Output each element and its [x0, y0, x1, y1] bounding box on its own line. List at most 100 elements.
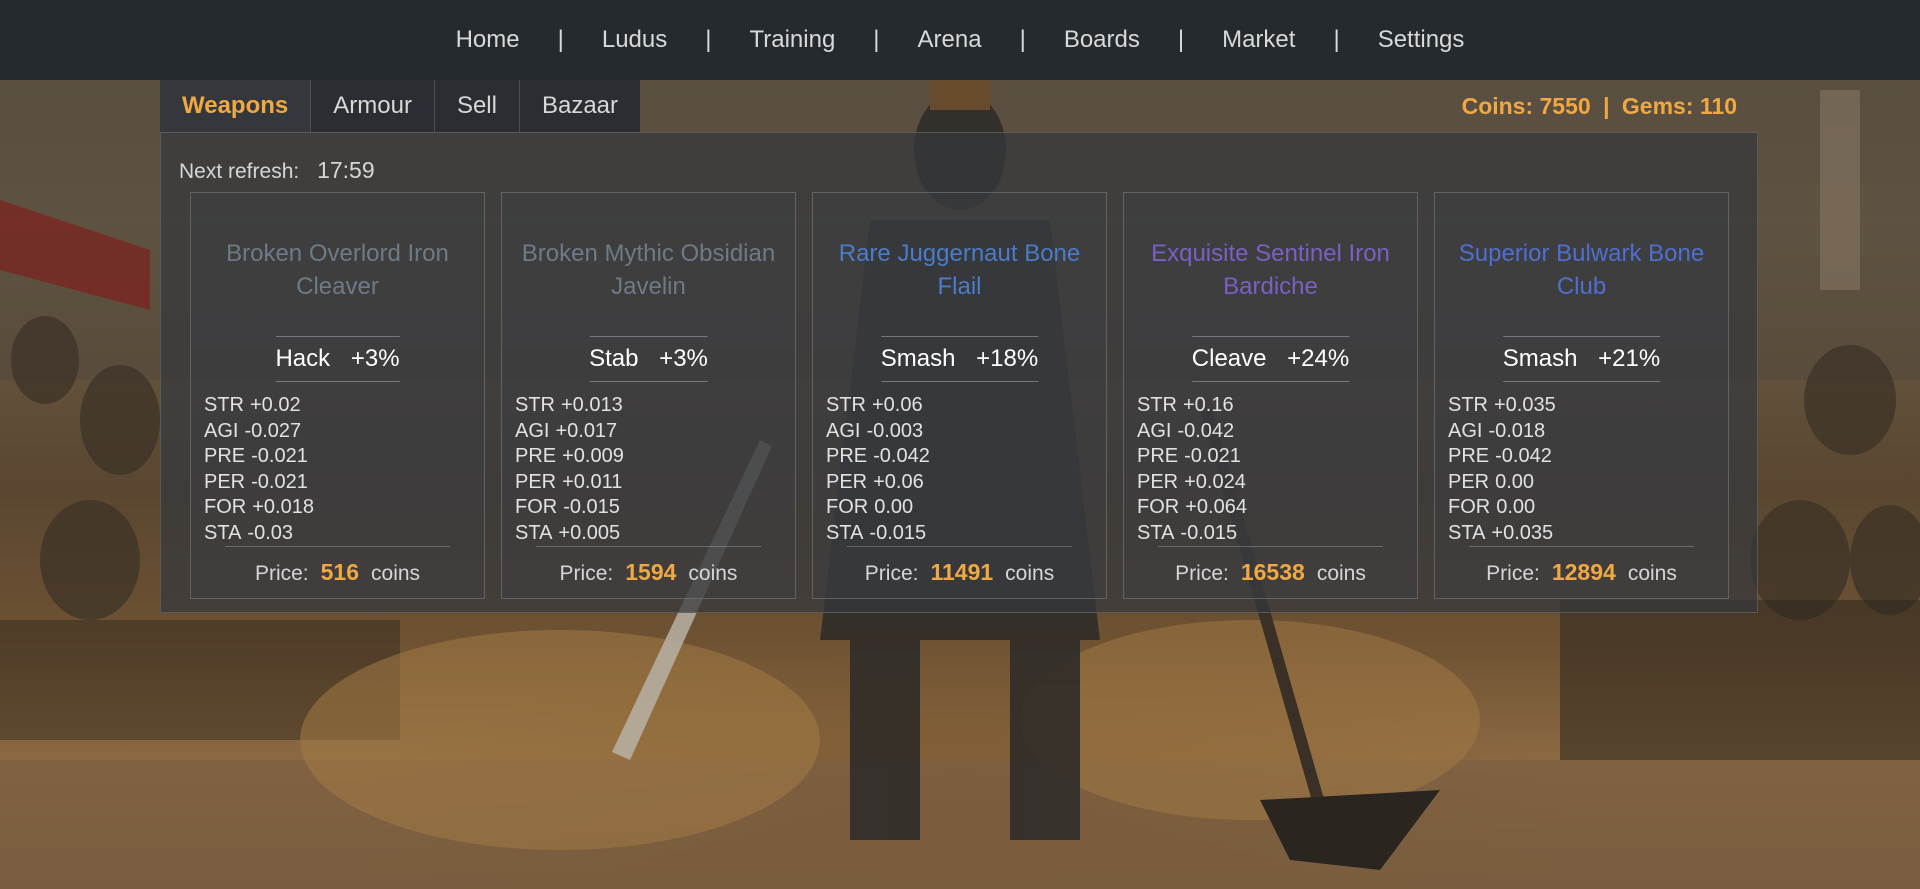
weapon-stats: STR +0.02 AGI -0.027 PRE -0.021 PER -0.021 F… [204, 393, 314, 547]
stat-str: STR +0.02 [204, 393, 314, 419]
tab-bazaar[interactable]: Bazaar [518, 80, 641, 132]
stat-key: FOR [1137, 496, 1180, 519]
stat-agi: AGI -0.003 [826, 419, 930, 445]
price-unit: coins [371, 562, 421, 585]
price-label: Price: [559, 562, 614, 585]
nav-training[interactable]: Training [743, 26, 841, 54]
stat-for: FOR 0.00 [826, 495, 930, 521]
stat-value: +0.011 [562, 470, 623, 493]
nav-arena[interactable]: Arena [912, 26, 988, 54]
stat-per: PER +0.06 [826, 470, 930, 496]
weapon-name[interactable]: Superior Bulwark Bone Club [1443, 237, 1720, 303]
stat-key: STA [1137, 521, 1175, 544]
stat-key: AGI [515, 419, 550, 442]
price-label: Price: [1175, 562, 1229, 585]
weapon-card[interactable]: Superior Bulwark Bone Club Smash +21% ST… [1434, 192, 1729, 599]
weapon-card[interactable]: Rare Juggernaut Bone Flail Smash +18% ST… [812, 192, 1107, 599]
weapon-card[interactable]: Exquisite Sentinel Iron Bardiche Cleave … [1123, 192, 1418, 599]
weapon-name[interactable]: Rare Juggernaut Bone Flail [821, 237, 1098, 303]
stat-key: PER [204, 470, 246, 493]
weapon-attack: Cleave +24% [1191, 336, 1350, 382]
weapon-stats: STR +0.035 AGI -0.018 PRE -0.042 PER 0.00 FO… [1448, 393, 1556, 547]
attack-bonus: +24% [1287, 345, 1350, 372]
weapon-attack: Stab +3% [589, 336, 708, 382]
refresh-time: 17:59 [317, 157, 375, 183]
weapon-name[interactable]: Exquisite Sentinel Iron Bardiche [1132, 237, 1409, 303]
stat-key: AGI [204, 419, 239, 442]
stat-per: PER 0.00 [1448, 470, 1556, 496]
stat-key: STR [1137, 394, 1177, 416]
stat-value: +0.017 [555, 419, 618, 442]
stat-value: +0.064 [1185, 496, 1247, 519]
stat-value: -0.021 [251, 445, 308, 468]
stat-key: AGI [1137, 419, 1172, 442]
weapon-stats: STR +0.16 AGI -0.042 PRE -0.021 PER +0.024 F… [1137, 393, 1247, 547]
stat-value: -0.003 [866, 419, 924, 442]
weapon-attack: Smash +21% [1502, 336, 1661, 382]
weapon-card[interactable]: Broken Overlord Iron Cleaver Hack +3% ST… [190, 192, 485, 599]
divider [536, 546, 761, 547]
weapon-price: Price: 11491 coins [813, 559, 1106, 586]
stat-value: +0.018 [252, 496, 314, 519]
nav-separator: | [1177, 26, 1185, 53]
price-unit: coins [1316, 562, 1366, 585]
market-tabs: Weapons Armour Sell Bazaar [160, 80, 641, 132]
stat-for: FOR -0.015 [515, 495, 624, 521]
nav-separator: | [1019, 26, 1026, 53]
stat-key: PER [515, 470, 557, 493]
stat-key: STA [515, 521, 553, 544]
weapon-card-list: Broken Overlord Iron Cleaver Hack +3% ST… [190, 192, 1729, 599]
price-unit: coins [1627, 562, 1677, 585]
stat-key: STA [826, 521, 864, 544]
attack-type: Stab [589, 345, 639, 372]
stat-for: FOR +0.018 [204, 495, 314, 521]
divider [225, 546, 450, 547]
nav-settings[interactable]: Settings [1372, 26, 1471, 54]
nav-separator: | [557, 26, 564, 53]
tab-weapons[interactable]: Weapons [160, 80, 311, 132]
weapon-price: Price: 16538 coins [1124, 559, 1417, 586]
stat-agi: AGI -0.042 [1137, 419, 1247, 445]
coins-balance: Coins: 7550 [1461, 93, 1591, 119]
stat-sta: STA -0.015 [826, 521, 930, 547]
weapon-stats: STR +0.06 AGI -0.003 PRE -0.042 PER +0.06 FO… [826, 393, 930, 547]
nav-ludus[interactable]: Ludus [596, 26, 673, 54]
weapon-name[interactable]: Broken Overlord Iron Cleaver [199, 237, 476, 303]
stat-key: PRE [1448, 445, 1490, 468]
weapon-price: Price: 516 coins [191, 559, 484, 586]
main-navbar: Home | Ludus | Training | Arena | Boards… [0, 0, 1920, 80]
nav-home[interactable]: Home [450, 26, 526, 54]
price-label: Price: [1486, 562, 1540, 585]
stat-key: PER [826, 470, 868, 493]
stat-value: +0.035 [1494, 394, 1556, 416]
stat-key: STR [826, 394, 866, 416]
stat-agi: AGI -0.027 [204, 419, 314, 445]
stat-key: PRE [204, 445, 246, 468]
stat-value: -0.03 [247, 521, 294, 544]
attack-bonus: +3% [659, 345, 708, 372]
nav-market[interactable]: Market [1216, 26, 1301, 54]
stat-sta: STA -0.03 [204, 521, 314, 547]
tab-armour[interactable]: Armour [310, 80, 434, 132]
nav-boards[interactable]: Boards [1058, 26, 1146, 54]
stat-key: FOR [1448, 496, 1491, 519]
stat-value: -0.015 [563, 496, 620, 519]
stat-value: 0.00 [1496, 496, 1536, 519]
price-amount: 16538 [1240, 559, 1305, 585]
weapon-name[interactable]: Broken Mythic Obsidian Javelin [510, 237, 787, 303]
weapon-price: Price: 1594 coins [502, 559, 795, 586]
stat-key: AGI [1448, 419, 1483, 442]
price-label: Price: [864, 562, 919, 585]
stat-value: 0.00 [874, 496, 914, 519]
price-amount: 11491 [930, 559, 994, 585]
stat-pre: PRE +0.009 [515, 444, 624, 470]
divider [1158, 546, 1383, 547]
weapon-attack: Smash +18% [880, 336, 1039, 382]
stat-key: STR [204, 394, 244, 416]
divider [847, 546, 1072, 547]
stat-key: PRE [1137, 445, 1179, 468]
stat-agi: AGI +0.017 [515, 419, 624, 445]
weapon-card[interactable]: Broken Mythic Obsidian Javelin Stab +3% … [501, 192, 796, 599]
stat-value: +0.16 [1183, 394, 1234, 416]
tab-sell[interactable]: Sell [433, 80, 519, 132]
